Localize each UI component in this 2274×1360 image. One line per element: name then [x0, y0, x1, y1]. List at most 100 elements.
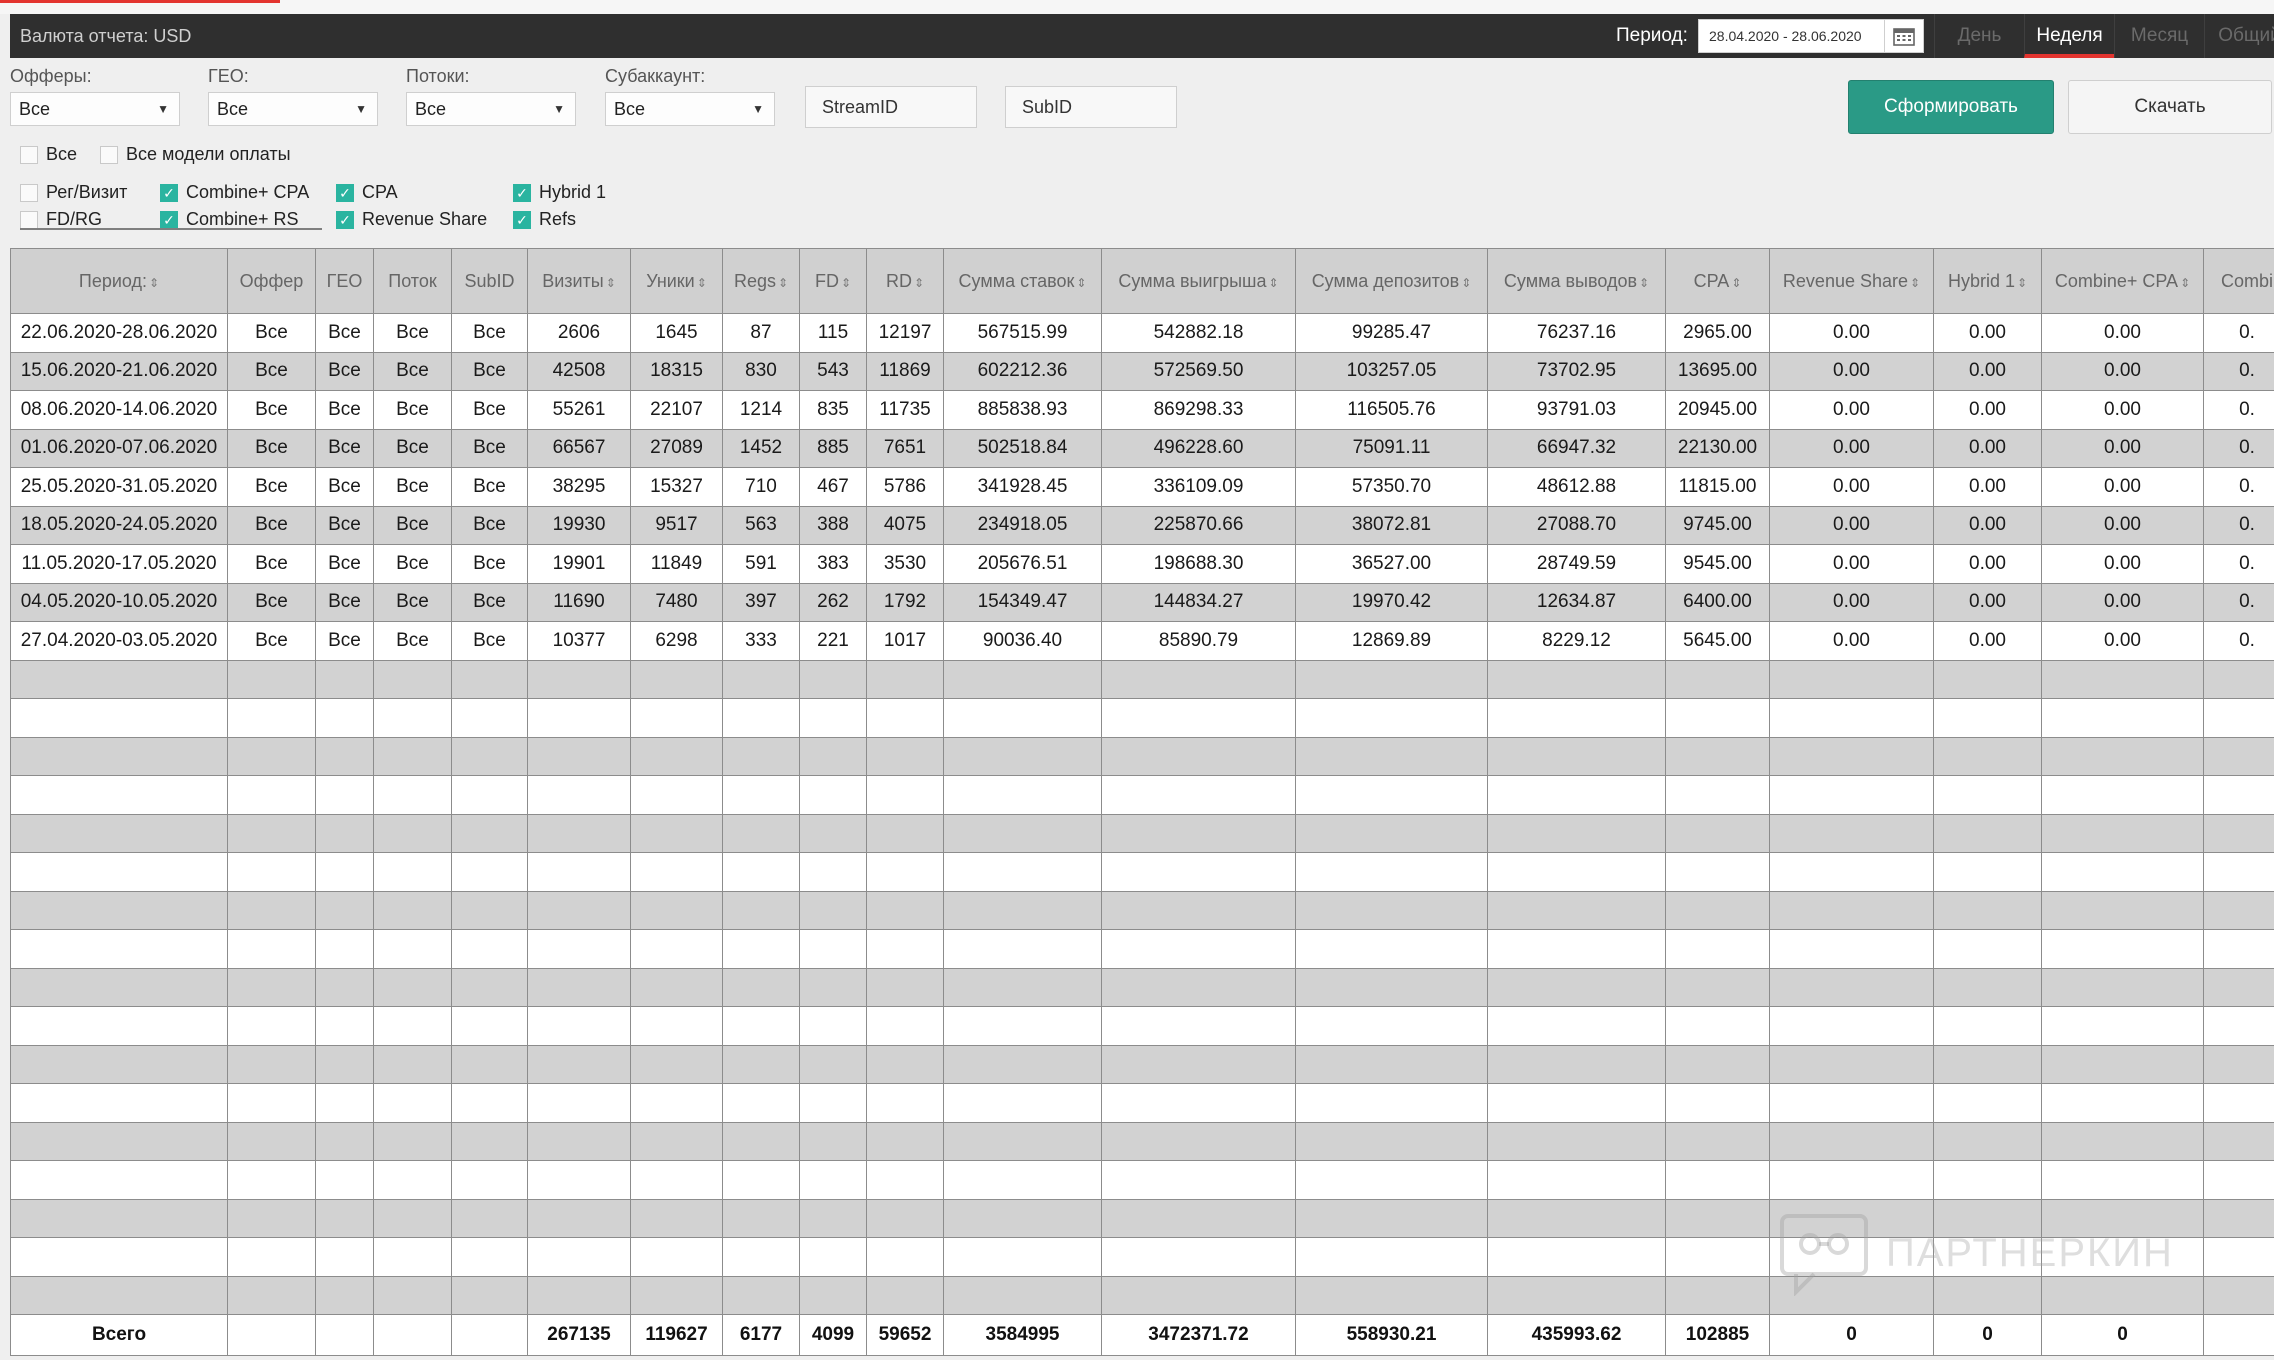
tab-day[interactable]: День	[1934, 14, 2024, 58]
sort-icon[interactable]: ⇕	[1461, 276, 1471, 290]
table-cell	[1101, 813, 1296, 853]
table-cell	[2203, 1044, 2274, 1084]
column-header[interactable]: Период: ⇕	[10, 248, 228, 314]
table-cell: 0.	[2203, 351, 2274, 391]
table-cell: 18.05.2020-24.05.2020	[10, 505, 228, 545]
table-cell: Все	[451, 582, 528, 622]
sort-icon[interactable]: ⇕	[914, 276, 924, 290]
sort-icon[interactable]: ⇕	[1731, 276, 1741, 290]
table-cell	[451, 1121, 528, 1161]
table-cell	[451, 1237, 528, 1277]
checkbox-refs[interactable]: ✓ Refs	[513, 209, 576, 230]
download-button[interactable]: Скачать	[2068, 80, 2272, 134]
table-cell	[1487, 1006, 1666, 1046]
checkbox-box[interactable]	[100, 145, 118, 164]
table-cell: 5786	[866, 467, 944, 507]
checkbox-box[interactable]	[20, 183, 38, 202]
table-cell	[866, 1237, 944, 1277]
checkbox-all-payment-models[interactable]: Все модели оплаты	[100, 144, 291, 165]
checkbox-all[interactable]: Все	[20, 144, 77, 165]
column-header[interactable]: CPA ⇕	[1665, 248, 1770, 314]
checkmark-icon[interactable]: ✓	[336, 210, 354, 229]
column-header[interactable]: Revenue Share ⇕	[1769, 248, 1934, 314]
checkbox-combine-cpa[interactable]: ✓ Combine+ CPA	[160, 182, 309, 203]
streams-select[interactable]: Все ▼	[406, 92, 576, 126]
sort-icon[interactable]: ⇕	[2180, 276, 2190, 290]
column-header[interactable]: Визиты ⇕	[527, 248, 631, 314]
table-cell: Все	[227, 467, 316, 507]
sort-icon[interactable]: ⇕	[697, 276, 707, 290]
tab-month[interactable]: Месяц	[2114, 14, 2204, 58]
checkbox-combine-rs[interactable]: ✓ Combine+ RS	[160, 209, 299, 230]
checkbox-box[interactable]	[20, 210, 38, 229]
table-cell: Все	[373, 505, 452, 545]
sort-icon[interactable]: ⇕	[1269, 276, 1279, 290]
table-cell	[630, 929, 723, 969]
checkmark-icon[interactable]: ✓	[160, 183, 178, 202]
table-cell	[2041, 698, 2204, 738]
table-cell: 85890.79	[1101, 621, 1296, 661]
table-row: 01.06.2020-07.06.2020 Все Все Все Все 66567 27…	[10, 428, 2274, 468]
checkbox-all-payment-models-label: Все модели оплаты	[126, 144, 291, 164]
table-cell: Все	[451, 505, 528, 545]
table-cell: 383	[799, 544, 867, 584]
column-header[interactable]: Сумма ставок ⇕	[943, 248, 1102, 314]
checkbox-hybrid-1[interactable]: ✓ Hybrid 1	[513, 182, 606, 203]
checkbox-box[interactable]	[20, 145, 38, 164]
streamid-input[interactable]: StreamID	[805, 86, 977, 128]
sort-icon[interactable]: ⇕	[2017, 276, 2027, 290]
column-header[interactable]: Regs ⇕	[722, 248, 800, 314]
column-header[interactable]: RD ⇕	[866, 248, 944, 314]
checkmark-icon[interactable]: ✓	[336, 183, 354, 202]
empty-table-row	[10, 852, 2274, 892]
column-header[interactable]: Сумма выигрыша ⇕	[1101, 248, 1296, 314]
checkmark-icon[interactable]: ✓	[160, 210, 178, 229]
table-cell	[1769, 1160, 1934, 1200]
tab-week[interactable]: Неделя	[2024, 14, 2114, 58]
generate-report-button[interactable]: Сформировать	[1848, 80, 2054, 134]
calendar-icon[interactable]	[1884, 20, 1923, 52]
column-header[interactable]: Уники ⇕	[630, 248, 723, 314]
column-header[interactable]: Сумма выводов ⇕	[1487, 248, 1666, 314]
sort-icon[interactable]: ⇕	[1910, 276, 1920, 290]
geo-select[interactable]: Все ▼	[208, 92, 378, 126]
checkbox-reg-visit[interactable]: Рег/Визит	[20, 182, 127, 203]
table-cell: 0.00	[1769, 390, 1934, 430]
table-cell	[1101, 1160, 1296, 1200]
table-cell	[2041, 813, 2204, 853]
column-header[interactable]: Hybrid 1 ⇕	[1933, 248, 2042, 314]
table-cell	[451, 659, 528, 699]
table-cell: Все	[373, 467, 452, 507]
tab-total[interactable]: Общий	[2204, 14, 2274, 58]
empty-table-row	[10, 967, 2274, 1007]
checkbox-fd-rg[interactable]: FD/RG	[20, 209, 102, 230]
checkmark-icon[interactable]: ✓	[513, 210, 531, 229]
sort-icon[interactable]: ⇕	[778, 276, 788, 290]
table-body: 22.06.2020-28.06.2020 Все Все Все Все 2606 164…	[10, 313, 2274, 1315]
checkmark-icon[interactable]: ✓	[513, 183, 531, 202]
sort-icon[interactable]: ⇕	[1639, 276, 1649, 290]
subaccount-select[interactable]: Все ▼	[605, 92, 775, 126]
period-input[interactable]: 28.04.2020 - 28.06.2020	[1698, 19, 1924, 53]
column-header[interactable]: Combine+ CPA ⇕	[2041, 248, 2204, 314]
column-header[interactable]: Сумма депозитов ⇕	[1295, 248, 1488, 314]
table-cell	[866, 1160, 944, 1200]
table-cell	[1295, 1275, 1488, 1315]
sort-icon[interactable]: ⇕	[149, 276, 159, 290]
checkbox-revenue-share[interactable]: ✓ Revenue Share	[336, 209, 487, 230]
table-cell	[315, 890, 374, 930]
table-cell	[799, 813, 867, 853]
column-header[interactable]: FD ⇕	[799, 248, 867, 314]
sort-icon[interactable]: ⇕	[841, 276, 851, 290]
top-strip	[0, 0, 2274, 14]
geo-label: ГЕО:	[208, 66, 249, 86]
offers-select[interactable]: Все ▼	[10, 92, 180, 126]
table-cell	[799, 1237, 867, 1277]
table-cell: 0.00	[1933, 351, 2042, 391]
sort-icon[interactable]: ⇕	[606, 276, 616, 290]
checkbox-fd-rg-label: FD/RG	[46, 209, 102, 229]
subid-input[interactable]: SubID	[1005, 86, 1177, 128]
report-table-container: Период: ⇕ Оффер ГЕО Поток SubID Визиты ⇕ Уники ⇕ R…	[10, 248, 2274, 1356]
sort-icon[interactable]: ⇕	[1076, 276, 1086, 290]
checkbox-cpa[interactable]: ✓ CPA	[336, 182, 398, 203]
